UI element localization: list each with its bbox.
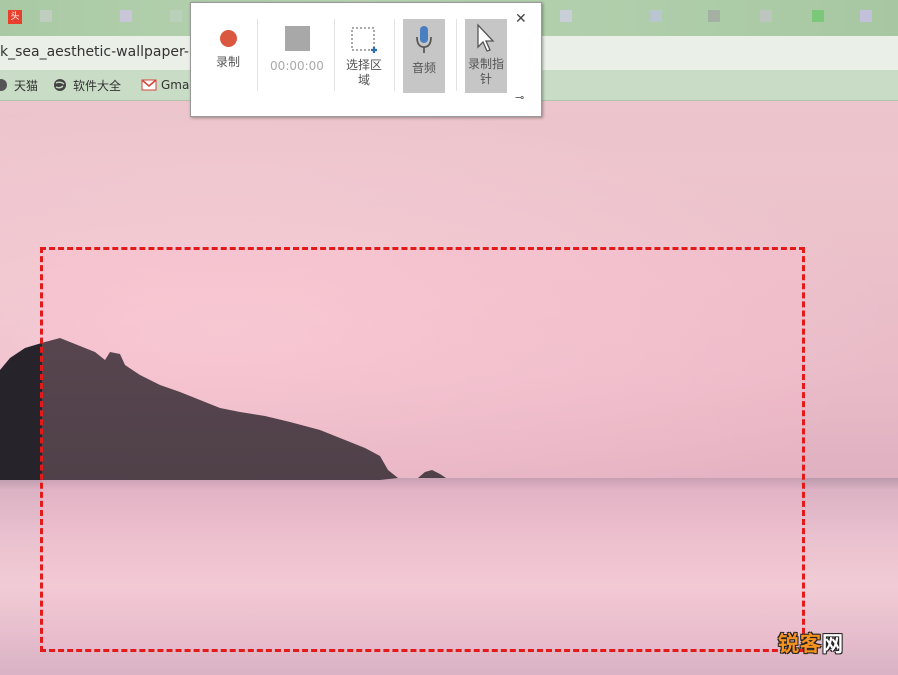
site-watermark: 锐客网 [778, 628, 844, 658]
record-label: 录制 [215, 55, 240, 69]
watermark-text: 锐客 [778, 632, 822, 656]
bookmark-tmall[interactable]: 天猫 [0, 76, 38, 94]
stop-button[interactable]: 00:00:00 [265, 19, 329, 93]
blurred-tab[interactable] [760, 10, 772, 22]
record-button[interactable]: 录制 [205, 19, 251, 93]
gmail-icon [141, 78, 157, 92]
record-pointer-label: 录制指 [467, 57, 504, 71]
screen-recorder-toolbar: 录制 00:00:00 选择区 域 音频 录制指 针 ✕ ⊸ [190, 2, 542, 117]
select-area-label: 选择区 [345, 58, 382, 72]
bookmark-software[interactable]: 软件大全 [53, 76, 121, 94]
blurred-tab[interactable] [860, 10, 872, 22]
divider [257, 19, 258, 91]
divider [334, 19, 335, 91]
blurred-tab[interactable] [170, 10, 182, 22]
close-icon[interactable]: ✕ [515, 11, 527, 27]
record-pointer-label-2: 针 [479, 72, 492, 86]
blurred-tab[interactable] [708, 10, 720, 22]
audio-toggle-button[interactable]: 音频 [403, 19, 445, 93]
bookmark-label: Gma [161, 78, 190, 92]
select-area-icon [350, 26, 378, 54]
blurred-tab[interactable] [560, 10, 572, 22]
tab-favicon-icon[interactable]: 头 [8, 10, 22, 24]
blurred-tab[interactable] [40, 10, 52, 22]
divider [456, 19, 457, 91]
audio-label: 音频 [411, 61, 436, 75]
pin-icon[interactable]: ⊸ [515, 91, 524, 104]
record-icon [219, 30, 237, 47]
blurred-tab[interactable] [120, 10, 132, 22]
recording-selection-rectangle[interactable] [40, 247, 805, 652]
select-area-label-2: 域 [357, 73, 370, 87]
watermark-text-end: 网 [822, 632, 844, 656]
select-area-button[interactable]: 选择区 域 [341, 19, 387, 93]
blurred-tab[interactable] [812, 10, 824, 22]
bookmark-label: 天猫 [14, 78, 39, 93]
microphone-icon [414, 25, 434, 55]
record-pointer-button[interactable]: 录制指 针 [465, 19, 507, 93]
globe-icon [53, 78, 67, 92]
cursor-pointer-icon [475, 23, 497, 53]
bookmark-label: 软件大全 [73, 78, 122, 93]
blurred-tab[interactable] [650, 10, 662, 22]
bookmark-gmail[interactable]: Gma [141, 76, 189, 94]
stop-icon [284, 26, 310, 51]
tmall-icon [0, 78, 8, 92]
page-url-text: k_sea_aesthetic-wallpaper-16 [0, 44, 207, 60]
divider [394, 19, 395, 91]
recording-timer: 00:00:00 [270, 59, 324, 73]
